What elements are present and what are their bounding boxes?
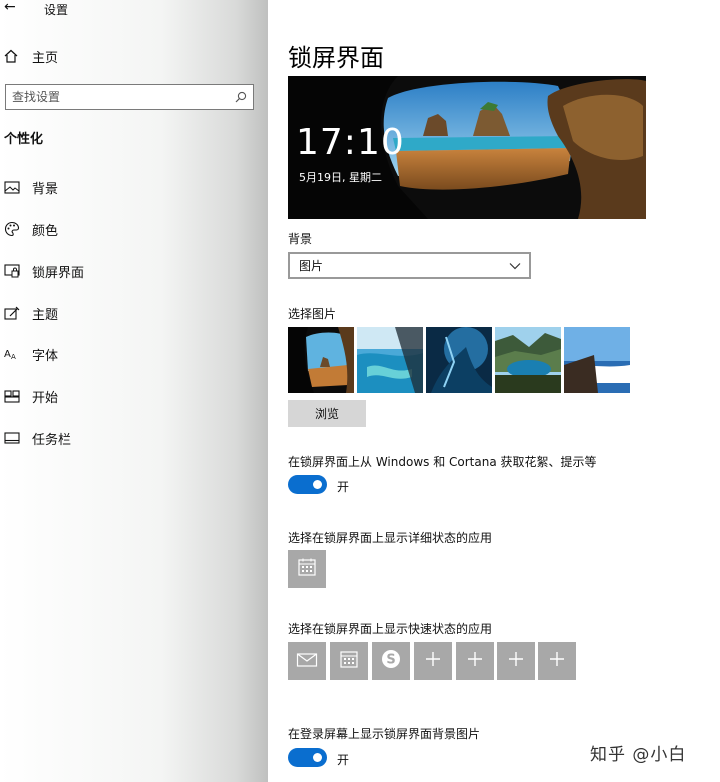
sidebar-item-label: 锁屏界面	[32, 265, 85, 281]
quick-status-app-skype[interactable]: S	[372, 642, 410, 680]
signin-toggle-state: 开	[337, 753, 350, 767]
tips-toggle[interactable]	[288, 475, 327, 494]
sidebar-item-lock-screen[interactable]: 锁屏界面	[0, 258, 84, 284]
sidebar-item-start[interactable]: 开始	[0, 383, 58, 409]
preview-date: 5月19日, 星期二	[299, 171, 382, 184]
picture-thumbnail[interactable]	[495, 327, 561, 393]
home-icon	[0, 49, 30, 63]
svg-text:A: A	[11, 353, 16, 361]
signin-background-toggle[interactable]	[288, 748, 327, 767]
sidebar: ← 设置 主页 个性化 背景 颜色 锁屏界面 主题	[0, 0, 268, 782]
choose-picture-label: 选择图片	[288, 307, 337, 321]
search-box[interactable]	[5, 84, 254, 110]
sidebar-item-themes[interactable]: 主题	[0, 300, 58, 326]
sidebar-item-label: 主页	[32, 50, 59, 66]
chevron-down-icon	[509, 259, 521, 273]
image-icon	[0, 180, 30, 194]
picture-thumbnail[interactable]	[426, 327, 492, 393]
sidebar-item-label: 颜色	[32, 223, 59, 239]
search-icon[interactable]	[235, 88, 247, 107]
sidebar-item-label: 任务栏	[32, 432, 72, 448]
calendar-icon	[297, 557, 317, 581]
detailed-status-app[interactable]	[288, 550, 326, 588]
main-panel: 锁屏界面 17:10 5月19日, 星期二 背景 图片 选择图片 浏览 在锁屏界…	[268, 0, 720, 782]
watermark: 知乎 @小白	[590, 745, 687, 765]
search-input[interactable]	[12, 90, 235, 104]
section-title: 个性化	[4, 132, 44, 147]
picture-thumbnail[interactable]	[288, 327, 354, 393]
quick-status-label: 选择在锁屏界面上显示快速状态的应用	[288, 622, 493, 636]
sidebar-item-label: 开始	[32, 390, 59, 406]
quick-status-add-slot[interactable]	[456, 642, 494, 680]
add-icon	[548, 650, 566, 672]
taskbar-icon	[0, 432, 30, 444]
toggle-knob	[313, 480, 322, 489]
sidebar-item-home[interactable]: 主页	[0, 43, 58, 69]
mail-icon	[296, 650, 318, 672]
preview-time: 17:10	[296, 122, 405, 163]
background-dropdown[interactable]: 图片	[288, 252, 531, 279]
quick-status-add-slot[interactable]	[497, 642, 535, 680]
quick-status-app-calendar[interactable]	[330, 642, 368, 680]
sidebar-item-taskbar[interactable]: 任务栏	[0, 425, 71, 451]
tips-label: 在锁屏界面上从 Windows 和 Cortana 获取花絮、提示等	[288, 455, 597, 469]
background-label: 背景	[288, 232, 313, 246]
svg-text:A: A	[4, 349, 11, 360]
quick-status-add-slot[interactable]	[414, 642, 452, 680]
skype-icon: S	[380, 648, 402, 674]
calendar-icon	[339, 649, 359, 673]
add-icon	[424, 650, 442, 672]
start-icon	[0, 389, 30, 403]
sidebar-item-fonts[interactable]: AA 字体	[0, 341, 58, 367]
sidebar-item-label: 主题	[32, 307, 59, 323]
sidebar-item-background[interactable]: 背景	[0, 174, 58, 200]
sidebar-item-colors[interactable]: 颜色	[0, 216, 58, 242]
signin-background-label: 在登录屏幕上显示锁屏界面背景图片	[288, 727, 481, 741]
quick-status-add-slot[interactable]	[538, 642, 576, 680]
detailed-status-label: 选择在锁屏界面上显示详细状态的应用	[288, 531, 493, 545]
lock-screen-icon	[0, 263, 30, 279]
quick-status-app-mail[interactable]	[288, 642, 326, 680]
font-icon: AA	[0, 347, 30, 361]
back-arrow-icon[interactable]: ←	[4, 0, 26, 18]
browse-button[interactable]: 浏览	[288, 400, 366, 427]
svg-text:S: S	[386, 653, 395, 668]
theme-icon	[0, 306, 30, 321]
add-icon	[507, 650, 525, 672]
picture-thumbnail[interactable]	[357, 327, 423, 393]
lock-screen-preview: 17:10 5月19日, 星期二	[288, 76, 646, 219]
sidebar-item-label: 字体	[32, 348, 59, 364]
background-dropdown-value: 图片	[299, 259, 324, 273]
add-icon	[466, 650, 484, 672]
sidebar-item-label: 背景	[32, 181, 59, 197]
page-title: 锁屏界面	[288, 44, 384, 72]
picture-thumbnail[interactable]	[564, 327, 630, 393]
toggle-knob	[313, 753, 322, 762]
tips-toggle-state: 开	[337, 480, 350, 494]
palette-icon	[0, 221, 30, 237]
app-title: 设置	[44, 3, 69, 17]
